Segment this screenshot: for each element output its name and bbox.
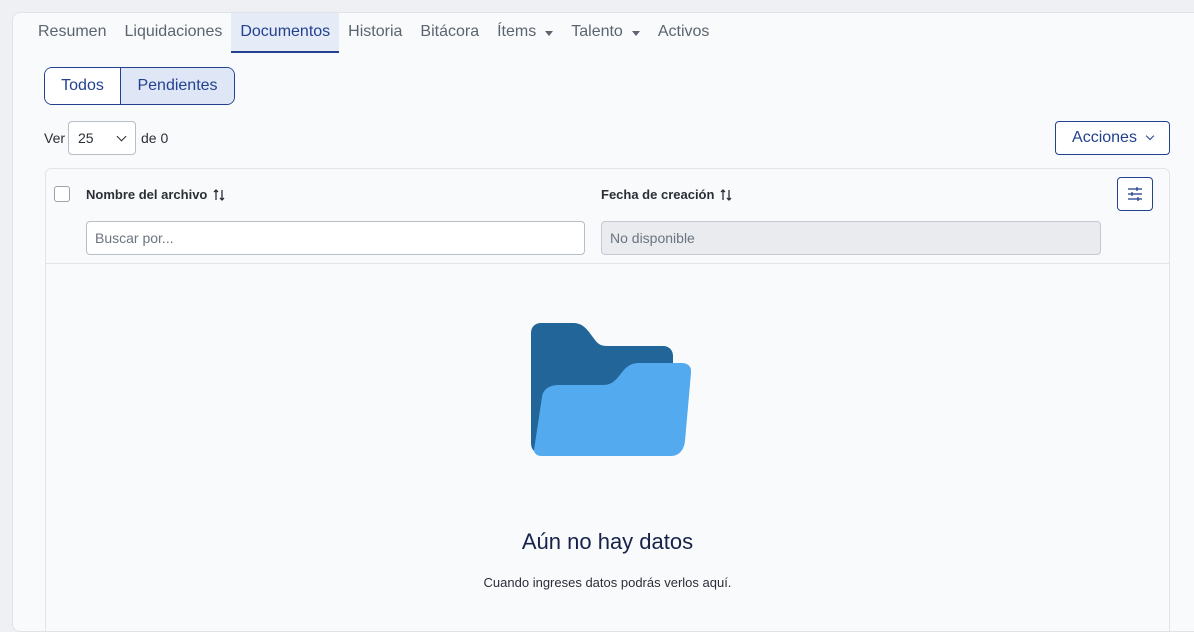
tab-label: Historia <box>348 23 403 40</box>
column-header-created-date[interactable]: Fecha de creación <box>601 187 732 202</box>
column-settings-button[interactable] <box>1117 177 1153 211</box>
page-size-control: Ver 25 de 0 <box>44 121 168 155</box>
tab-historia[interactable]: Historia <box>339 13 411 53</box>
chevron-down-icon <box>1145 131 1155 141</box>
status-filter-toggle: Todos Pendientes <box>44 67 235 105</box>
tab-label: Bitácora <box>420 23 480 40</box>
tab-label: Resumen <box>38 23 107 40</box>
caret-down-icon <box>631 30 640 36</box>
tab-activos[interactable]: Activos <box>649 13 719 53</box>
select-all-checkbox[interactable] <box>54 186 70 202</box>
content-card: Resumen Liquidaciones Documentos Histori… <box>12 12 1194 632</box>
tab-documentos[interactable]: Documentos <box>231 13 340 53</box>
tab-bar: Resumen Liquidaciones Documentos Histori… <box>29 13 718 53</box>
column-label: Fecha de creación <box>601 187 715 202</box>
tab-label: Talento <box>571 23 623 40</box>
sort-icon <box>720 188 732 201</box>
tab-label: Activos <box>657 23 710 40</box>
tab-label: Documentos <box>240 23 331 40</box>
tab-bitacora[interactable]: Bitácora <box>411 13 488 53</box>
todos-button[interactable]: Todos <box>45 68 121 104</box>
sliders-icon <box>1128 187 1142 201</box>
documents-table: Nombre del archivo Fecha de creación Bus… <box>45 168 1170 631</box>
column-header-filename[interactable]: Nombre del archivo <box>86 187 225 202</box>
total-count-label: de 0 <box>141 130 169 146</box>
filename-search-input[interactable] <box>86 221 585 255</box>
sort-icon <box>213 188 225 201</box>
column-label: Nombre del archivo <box>86 187 208 202</box>
folder-icon <box>531 323 691 456</box>
tab-talento[interactable]: Talento <box>562 13 649 53</box>
tab-label: Liquidaciones <box>124 23 223 40</box>
caret-down-icon <box>545 30 554 36</box>
page-size-prefix: Ver <box>44 130 66 146</box>
actions-label: Acciones <box>1072 129 1137 146</box>
page-size-select[interactable]: 25 <box>68 121 137 155</box>
pendientes-button[interactable]: Pendientes <box>121 68 234 104</box>
tab-resumen[interactable]: Resumen <box>29 13 115 53</box>
empty-state: Aún no hay datos Cuando ingreses datos p… <box>46 265 1169 631</box>
empty-state-title: Aún no hay datos <box>521 529 694 554</box>
table-header: Nombre del archivo Fecha de creación <box>46 169 1169 264</box>
chevron-down-icon <box>116 131 127 141</box>
empty-state-subtitle: Cuando ingreses datos podrás verlos aquí… <box>483 575 732 590</box>
created-date-filter-input <box>601 221 1101 255</box>
tab-liquidaciones[interactable]: Liquidaciones <box>115 13 231 53</box>
tab-label: Ítems <box>497 23 537 40</box>
actions-dropdown-button[interactable]: Acciones <box>1055 121 1170 155</box>
tab-items[interactable]: Ítems <box>488 13 562 53</box>
page-size-value: 25 <box>78 130 94 146</box>
